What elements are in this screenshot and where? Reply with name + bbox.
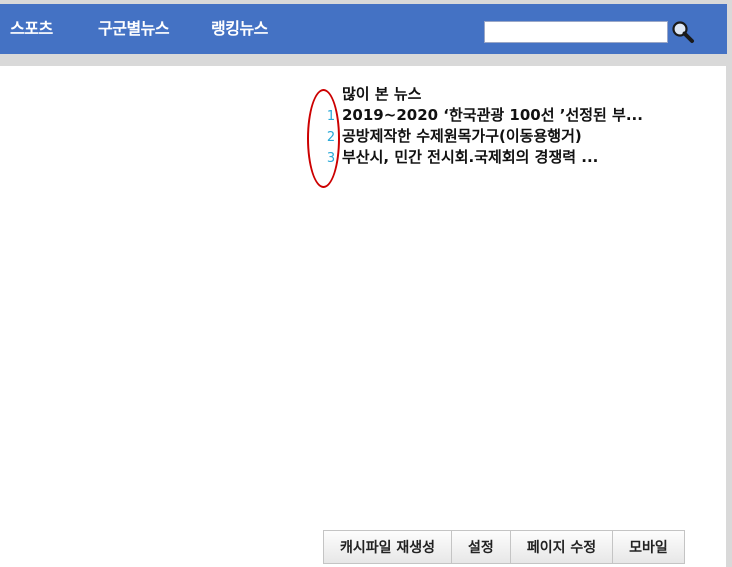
popular-news-list: 1 2019~2020 ‘한국관광 100선 ’선정된 부... 2 공방제작한 수… [320,104,650,167]
news-link[interactable]: 공방제작한 수제원목가구(이동용행거) [342,127,582,145]
list-item: 3 부산시, 민간 전시회.국제회의 경쟁력 ... [320,146,650,167]
news-link[interactable]: 2019~2020 ‘한국관광 100선 ’선정된 부... [342,106,643,124]
regenerate-cache-button[interactable]: 캐시파일 재생성 [323,530,453,564]
nav-item-district-news[interactable]: 구군별뉴스 [98,18,170,40]
nav-item-sports[interactable]: 스포츠 [10,18,53,40]
settings-button[interactable]: 설정 [452,530,511,564]
mobile-button[interactable]: 모바일 [613,530,685,564]
list-item: 1 2019~2020 ‘한국관광 100선 ’선정된 부... [320,104,650,125]
search-button[interactable] [670,19,698,47]
popular-news-box: 많이 본 뉴스 1 2019~2020 ‘한국관광 100선 ’선정된 부... … [320,84,650,167]
footer-button-bar: 캐시파일 재생성 설정 페이지 수정 모바일 [323,530,685,564]
news-rank: 1 [326,109,336,124]
search-icon [672,21,694,43]
news-rank: 2 [326,130,336,145]
list-item: 2 공방제작한 수제원목가구(이동용행거) [320,125,650,146]
nav-item-ranking-news[interactable]: 랭킹뉴스 [211,18,268,40]
news-link[interactable]: 부산시, 민간 전시회.국제회의 경쟁력 ... [342,148,598,166]
top-navbar: 스포츠 구군별뉴스 랭킹뉴스 [0,4,727,54]
popular-news-title: 많이 본 뉴스 [342,85,422,103]
main-content: 많이 본 뉴스 1 2019~2020 ‘한국관광 100선 ’선정된 부... … [0,66,726,567]
search-input[interactable] [484,21,668,43]
edit-page-button[interactable]: 페이지 수정 [510,530,614,564]
news-rank: 3 [326,151,336,166]
